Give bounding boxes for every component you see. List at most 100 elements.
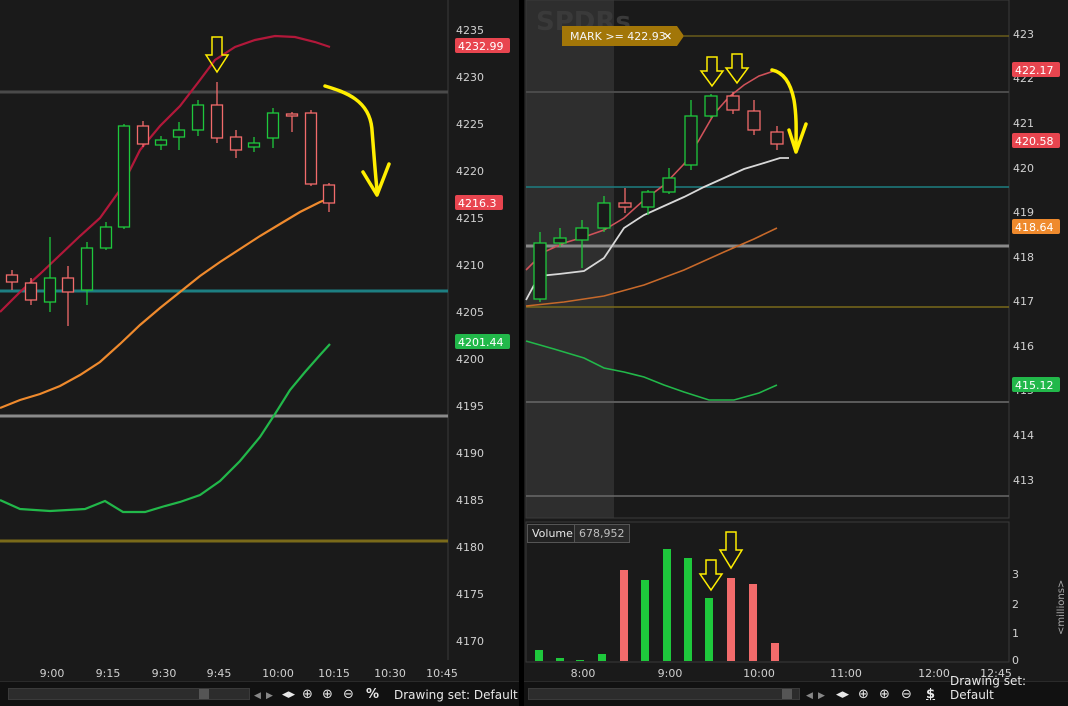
scroll-thumb[interactable] [782, 689, 792, 699]
left-scrollbar[interactable] [8, 688, 250, 700]
candle-down [136, 125, 150, 145]
price-axis-label: 420 [1013, 162, 1034, 175]
zoom-out-icon[interactable]: ⊖ [343, 687, 354, 702]
scroll-right-icon[interactable]: ▶ [266, 691, 273, 701]
crosshair-icon[interactable]: ⊕ [302, 687, 313, 702]
candle-up [533, 242, 547, 300]
time-axis-label: 10:30 [374, 667, 406, 680]
candle-up [154, 139, 168, 146]
volume-axis-label: 0 [1012, 654, 1019, 667]
left-price-tags: 4232.99 4216.3 4201.44 [455, 38, 510, 349]
price-axis-label: 4235 [456, 24, 484, 37]
candle-down [770, 131, 784, 145]
time-axis-label: 10:00 [743, 667, 775, 680]
volume-bar [684, 558, 692, 661]
right-chart-panel: SPDRs MARK >= 422.93 ✕ 423 422 421 420 419 41… [524, 0, 1068, 706]
left-time-axis: 9:00 9:15 9:30 9:45 10:00 10:15 10:30 10:45 [40, 667, 458, 680]
pan-arrows-icon[interactable]: ◂▸ [282, 687, 295, 702]
time-axis-label: 12:00 [918, 667, 950, 680]
pan-arrows-icon[interactable]: ◂▸ [836, 687, 849, 702]
percent-icon[interactable]: % [366, 687, 379, 702]
price-axis-label: 421 [1013, 117, 1034, 130]
candle-down [322, 184, 336, 204]
candle-up [80, 247, 94, 291]
candle-down [618, 202, 632, 208]
price-axis-label: 4185 [456, 494, 484, 507]
drawing-set-label[interactable]: Drawing set: Default [394, 688, 518, 702]
zoom-in-icon[interactable]: ⊕ [879, 687, 890, 702]
right-time-axis: 8:00 9:00 10:00 11:00 12:00 12:45 [571, 667, 1012, 680]
left-chart-panel: 4235 4230 4225 4220 4215 4210 4205 4200 4195 4190… [0, 0, 519, 706]
candle-up [191, 104, 205, 131]
scroll-right-icon[interactable]: ▶ [818, 691, 825, 701]
crosshair-icon[interactable]: ⊕ [858, 687, 869, 702]
volume-axis: 3 2 1 0 [1012, 568, 1019, 667]
time-axis-label: 8:00 [571, 667, 596, 680]
price-axis-label: 416 [1013, 340, 1034, 353]
price-alert-label: MARK >= 422.93 [570, 30, 666, 43]
zoom-out-icon[interactable]: ⊖ [901, 687, 912, 702]
down-arrow-marker [699, 56, 725, 88]
candle-up [553, 237, 567, 244]
time-axis-label: 9:00 [40, 667, 65, 680]
drawing-set-label[interactable]: Drawing set: Default [950, 674, 1068, 702]
volume-bar [771, 643, 779, 661]
price-tag-text: 4232.99 [458, 40, 504, 53]
candle-up [247, 142, 261, 148]
candle-down [61, 277, 75, 293]
price-axis-label: 4200 [456, 353, 484, 366]
price-alert-badge[interactable]: MARK >= 422.93 ✕ [562, 26, 684, 46]
time-axis-label: 10:15 [318, 667, 350, 680]
left-price-chart[interactable]: 4235 4230 4225 4220 4215 4210 4205 4200 4195 4190… [0, 0, 519, 682]
down-arrow-marker [724, 53, 750, 85]
candle-up [43, 277, 57, 303]
volume-bar [641, 580, 649, 661]
candle-down [747, 110, 761, 131]
price-axis-label: 414 [1013, 429, 1034, 442]
price-tag-text: 420.58 [1015, 135, 1054, 148]
volume-bar [749, 584, 757, 661]
right-scrollbar[interactable] [528, 688, 800, 700]
candle-up [597, 202, 611, 229]
price-axis-label: 417 [1013, 295, 1034, 308]
scroll-left-icon[interactable]: ◀ [254, 691, 261, 701]
candle-up [684, 115, 698, 166]
candle-up [575, 227, 589, 241]
price-axis-label: 4210 [456, 259, 484, 272]
price-axis-label: 4230 [456, 71, 484, 84]
candle-down [304, 112, 318, 185]
price-axis-label: 4205 [456, 306, 484, 319]
price-axis-label: 4195 [456, 400, 484, 413]
candle-up [172, 129, 186, 138]
ma-slow-line [0, 343, 331, 514]
time-axis-label: 11:00 [830, 667, 862, 680]
right-toolbar: ◀ ▶ ◂▸ ⊕ ⊕ ⊖ $ Drawing set: Default [524, 674, 1068, 706]
scroll-left-icon[interactable]: ◀ [806, 691, 813, 701]
price-axis-label: 4225 [456, 118, 484, 131]
candle-down [5, 274, 19, 283]
curved-arrow-annotation [323, 84, 379, 192]
volume-bar [663, 549, 671, 661]
close-icon[interactable]: ✕ [663, 30, 672, 43]
zoom-in-icon[interactable]: ⊕ [322, 687, 333, 702]
candle-up [266, 112, 280, 139]
candle-down [285, 113, 299, 117]
volume-unit-label: <millions> [1056, 580, 1067, 635]
time-axis-label: 9:45 [207, 667, 232, 680]
left-candles [5, 82, 336, 326]
price-tag-text: 422.17 [1015, 64, 1054, 77]
price-axis-label: 4190 [456, 447, 484, 460]
scroll-thumb[interactable] [199, 689, 209, 699]
volume-panel [525, 521, 1010, 663]
price-axis-label: 4215 [456, 212, 484, 225]
candle-up [662, 177, 676, 193]
dollar-icon[interactable]: $ [926, 687, 935, 702]
volume-axis-label: 1 [1012, 627, 1019, 640]
right-price-chart[interactable]: SPDRs MARK >= 422.93 ✕ 42342242142041941… [524, 0, 1068, 682]
price-axis-label: 4220 [456, 165, 484, 178]
price-axis-label: 423 [1013, 28, 1034, 41]
candle-up [704, 95, 718, 117]
volume-title: Volume [527, 524, 578, 543]
volume-value: 678,952 [574, 524, 630, 543]
volume-bar [598, 654, 606, 661]
